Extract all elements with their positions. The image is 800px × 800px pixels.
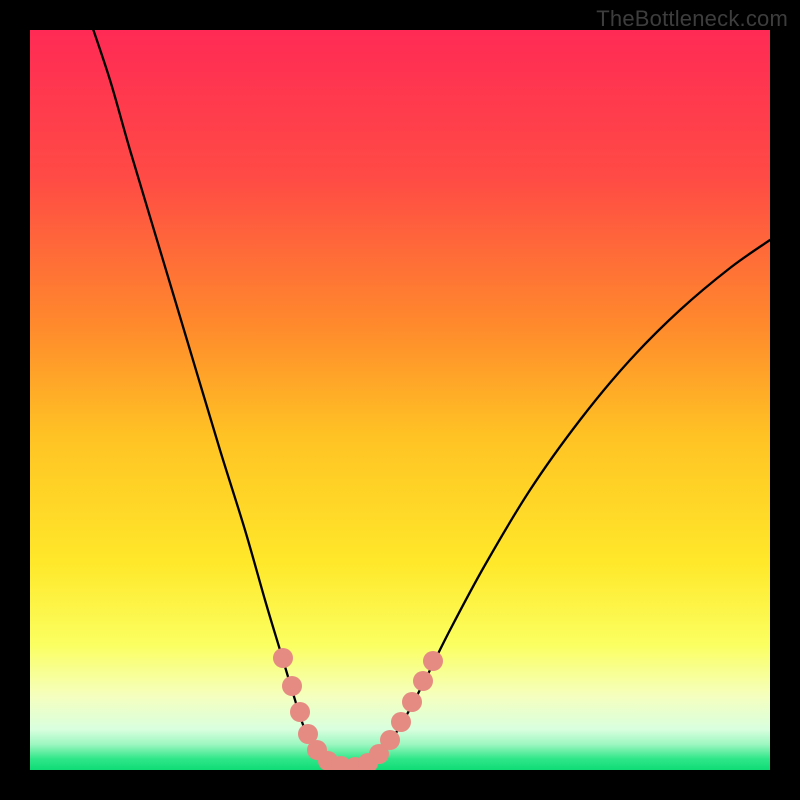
bottleneck-marker	[282, 676, 302, 696]
bottleneck-markers	[273, 648, 443, 770]
bottleneck-marker	[380, 730, 400, 750]
curve-layer	[30, 30, 770, 770]
bottleneck-marker	[423, 651, 443, 671]
chart-frame: TheBottleneck.com	[0, 0, 800, 800]
bottleneck-marker	[290, 702, 310, 722]
bottleneck-marker	[413, 671, 433, 691]
watermark-text: TheBottleneck.com	[596, 6, 788, 32]
bottleneck-marker	[391, 712, 411, 732]
bottleneck-marker	[402, 692, 422, 712]
bottleneck-marker	[273, 648, 293, 668]
plot-area	[30, 30, 770, 770]
